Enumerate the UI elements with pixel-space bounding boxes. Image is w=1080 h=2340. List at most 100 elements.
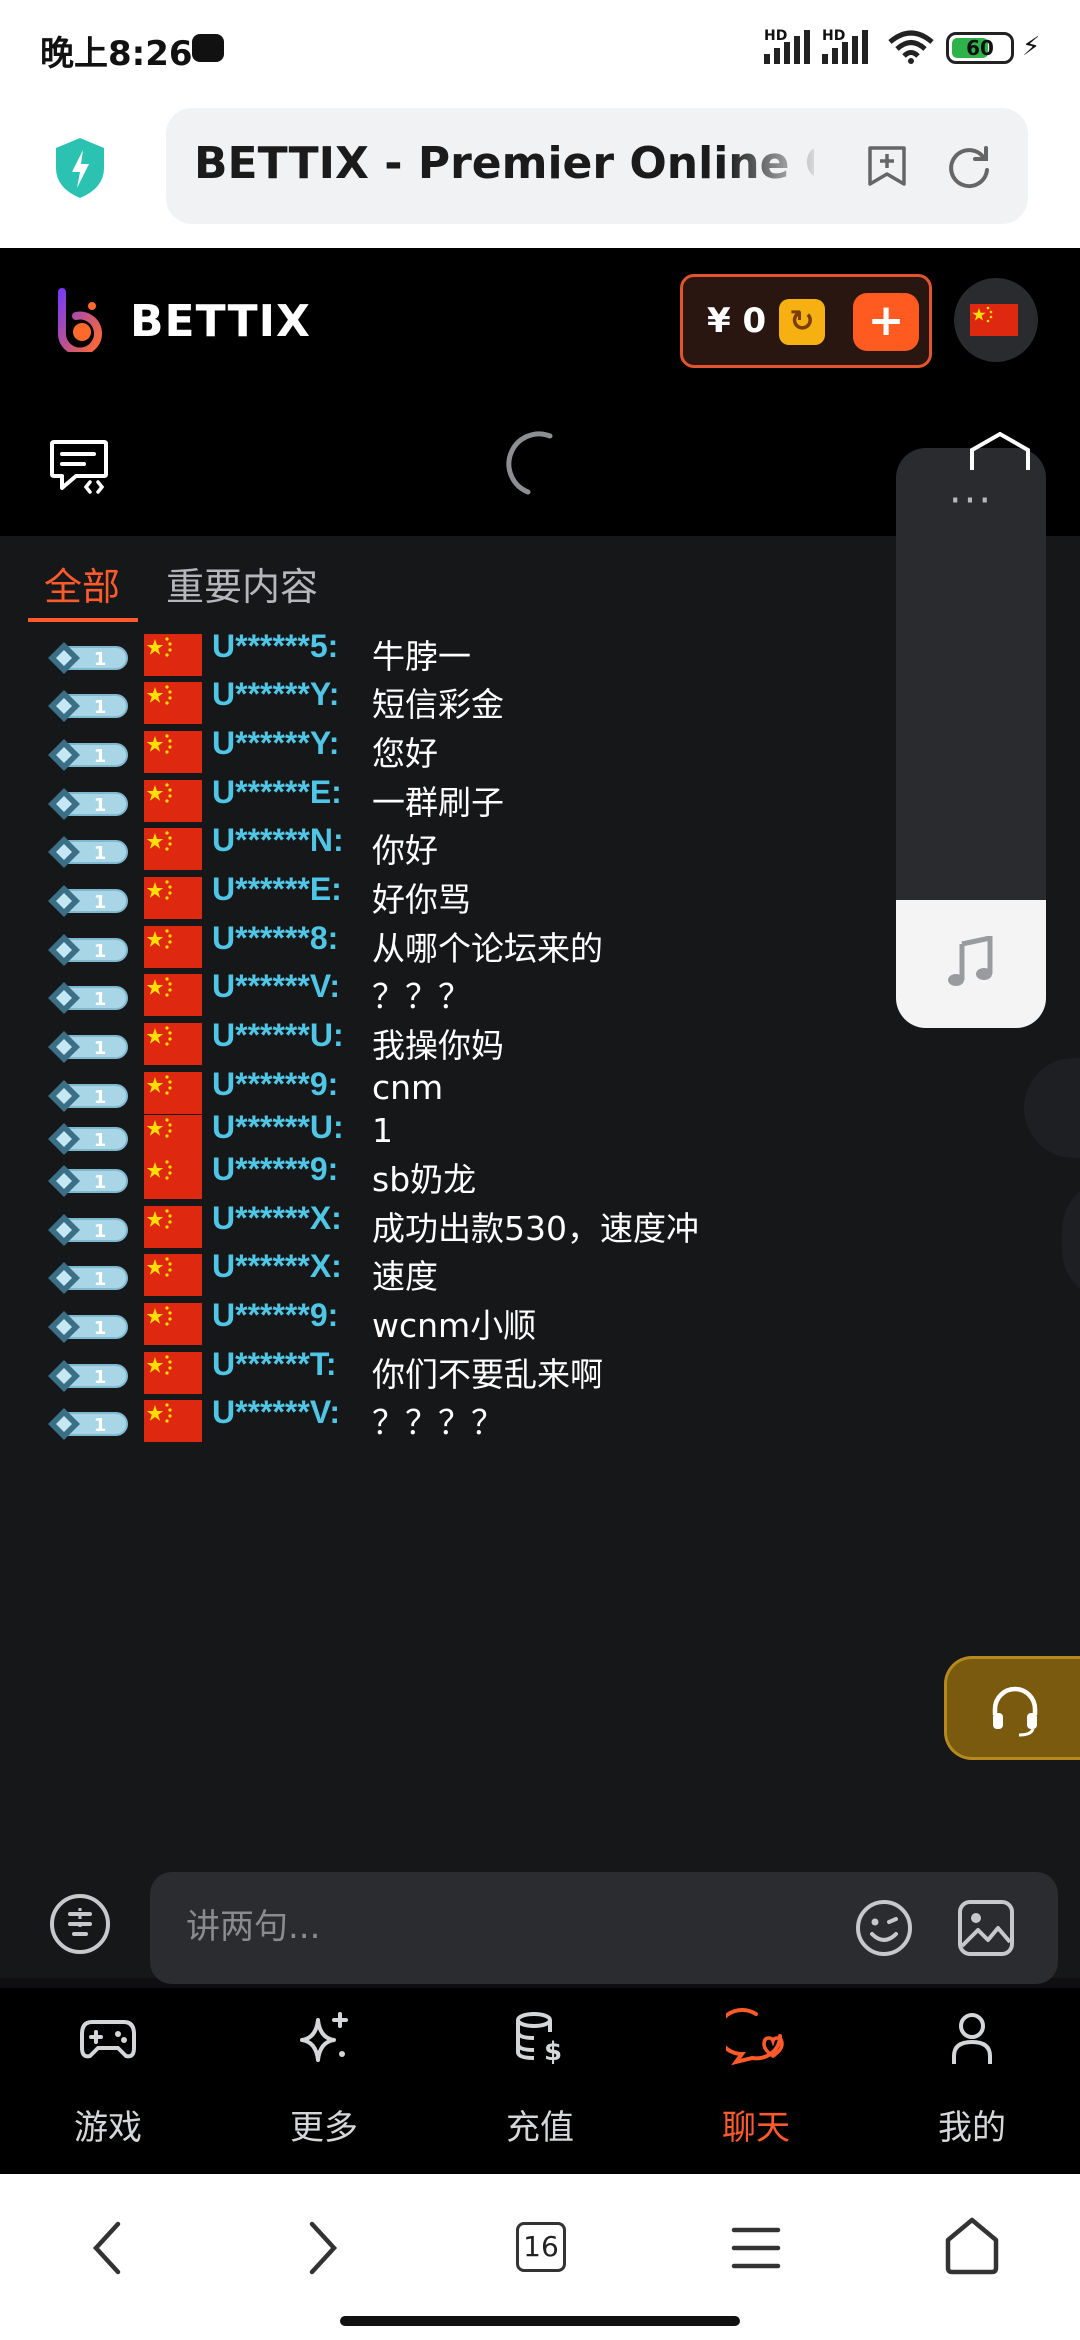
message-username[interactable]: U******N: (212, 822, 344, 859)
message-username[interactable]: U******9: (212, 1066, 338, 1103)
nav-profile[interactable]: 我的 (864, 1988, 1080, 2174)
message-text: 速度 (372, 1257, 438, 1296)
refresh-balance-icon[interactable]: ↻ (779, 299, 825, 345)
nav-games-label: 游戏 (74, 2108, 142, 2148)
message-text: sb奶龙 (372, 1160, 477, 1199)
message-username[interactable]: U******T: (212, 1346, 336, 1383)
china-flag-icon (144, 682, 202, 724)
bottom-navigation: 游戏 更多 $ 充值 聊天 我的 (0, 1988, 1080, 2174)
message-username[interactable]: U******V: (212, 968, 340, 1005)
nav-deposit[interactable]: $ 充值 (432, 1988, 648, 2174)
message-username[interactable]: U******E: (212, 871, 342, 908)
level-value: 1 (94, 843, 107, 864)
emoji-icon[interactable] (854, 1898, 914, 1958)
home-icon[interactable] (944, 2216, 1000, 2276)
image-upload-icon[interactable] (956, 1898, 1016, 1958)
coins-icon: $ (516, 2012, 562, 2067)
headset-icon (992, 1686, 1038, 1737)
chat-rules-icon[interactable] (48, 438, 110, 496)
address-bar[interactable]: BETTIX - Premier Online Game (166, 108, 1028, 224)
china-flag-icon (144, 731, 202, 773)
china-flag-icon (144, 1400, 202, 1442)
bettix-logo[interactable] (52, 288, 108, 352)
level-value: 1 (94, 1415, 107, 1436)
message-input[interactable] (186, 1902, 826, 1952)
message-username[interactable]: U******U: (212, 1017, 344, 1054)
message-username[interactable]: U******V: (212, 1394, 340, 1431)
menu-icon[interactable] (730, 2226, 782, 2270)
message-username[interactable]: U******X: (212, 1248, 342, 1285)
customer-support-button[interactable] (944, 1656, 1080, 1760)
china-flag-icon (144, 877, 202, 919)
message-username[interactable]: U******8: (212, 920, 338, 957)
language-selector[interactable] (954, 278, 1038, 362)
message-username[interactable]: U******9: (212, 1151, 338, 1188)
level-badge-icon: 1 (48, 739, 128, 771)
back-icon[interactable] (88, 2220, 124, 2276)
message-username[interactable]: U******Y: (212, 676, 339, 713)
message-text: 我操你妈 (372, 1026, 504, 1065)
level-badge-icon: 1 (48, 1031, 128, 1063)
level-value: 1 (94, 649, 107, 670)
security-shield-icon[interactable] (52, 136, 108, 200)
tab-important[interactable]: 重要内容 (166, 556, 318, 611)
level-badge-icon: 1 (48, 982, 128, 1014)
balance-widget: ¥ 0 ↻ + (680, 274, 932, 368)
message-username[interactable]: U******U: (212, 1109, 344, 1146)
level-badge-icon: 1 (48, 1262, 128, 1294)
balance-amount: ¥ 0 (707, 301, 767, 341)
level-badge-icon: 1 (48, 1360, 128, 1392)
battery-level: 60 (966, 36, 994, 60)
message-username[interactable]: U******Y: (212, 725, 339, 762)
china-flag-icon (144, 1206, 202, 1248)
message-username[interactable]: U******9: (212, 1297, 338, 1334)
deposit-plus-button[interactable]: + (853, 293, 919, 351)
level-value: 1 (94, 697, 107, 718)
message-username[interactable]: U******E: (212, 774, 342, 811)
level-badge-icon: 1 (48, 1408, 128, 1440)
message-text: 好你骂 (372, 880, 471, 919)
nav-more[interactable]: 更多 (216, 1988, 432, 2174)
loading-spinner-icon (506, 431, 553, 495)
message-username[interactable]: U******X: (212, 1200, 342, 1237)
tab-count-button[interactable]: 16 (516, 2222, 566, 2272)
message-username[interactable]: U******5: (212, 628, 338, 665)
browser-toolbar: BETTIX - Premier Online Game (0, 96, 1080, 248)
nav-chat[interactable]: 聊天 (648, 1988, 864, 2174)
music-note-icon (948, 936, 993, 986)
china-flag-icon (144, 1254, 202, 1296)
china-flag-icon (144, 828, 202, 870)
forward-icon[interactable] (306, 2220, 342, 2276)
user-icon (952, 2013, 992, 2064)
level-value: 1 (94, 892, 107, 913)
message-text: wcnm小顺 (372, 1306, 537, 1345)
china-flag-icon (144, 926, 202, 968)
chat-input-bar (0, 1848, 1080, 1984)
add-bookmark-icon[interactable] (866, 144, 908, 188)
level-badge-icon: 1 (48, 642, 128, 674)
message-notification-icon (192, 34, 224, 62)
nav-games[interactable]: 游戏 (0, 1988, 216, 2174)
music-button[interactable] (896, 900, 1046, 1028)
more-options-icon[interactable]: ··· (896, 478, 1046, 524)
message-text: ？？？ (372, 977, 471, 1016)
level-value: 1 (94, 1269, 107, 1290)
tab-all[interactable]: 全部 (44, 556, 120, 611)
level-value: 1 (94, 1130, 107, 1151)
reload-icon[interactable] (946, 144, 992, 190)
sparkle-icon (300, 2012, 348, 2062)
message-text: ？？？？ (372, 1403, 504, 1442)
message-text: 短信彩金 (372, 685, 504, 724)
page-title: BETTIX - Premier Online Game (194, 138, 814, 189)
china-flag-icon (144, 634, 202, 676)
message-text: 您好 (372, 734, 438, 773)
floating-tools-panel: ··· (896, 448, 1046, 1028)
battery-icon: 60 (946, 32, 1014, 64)
signal-icon (764, 30, 810, 64)
nav-chat-label: 聊天 (722, 2108, 790, 2148)
message-text: 你好 (372, 831, 438, 870)
home-shortcut-icon[interactable] (968, 432, 1032, 472)
gesture-home-bar[interactable] (340, 2316, 740, 2326)
chat-settings-icon[interactable] (48, 1892, 112, 1956)
chat-message[interactable]: 1 U******V: ？？？？ (0, 1392, 1080, 1452)
